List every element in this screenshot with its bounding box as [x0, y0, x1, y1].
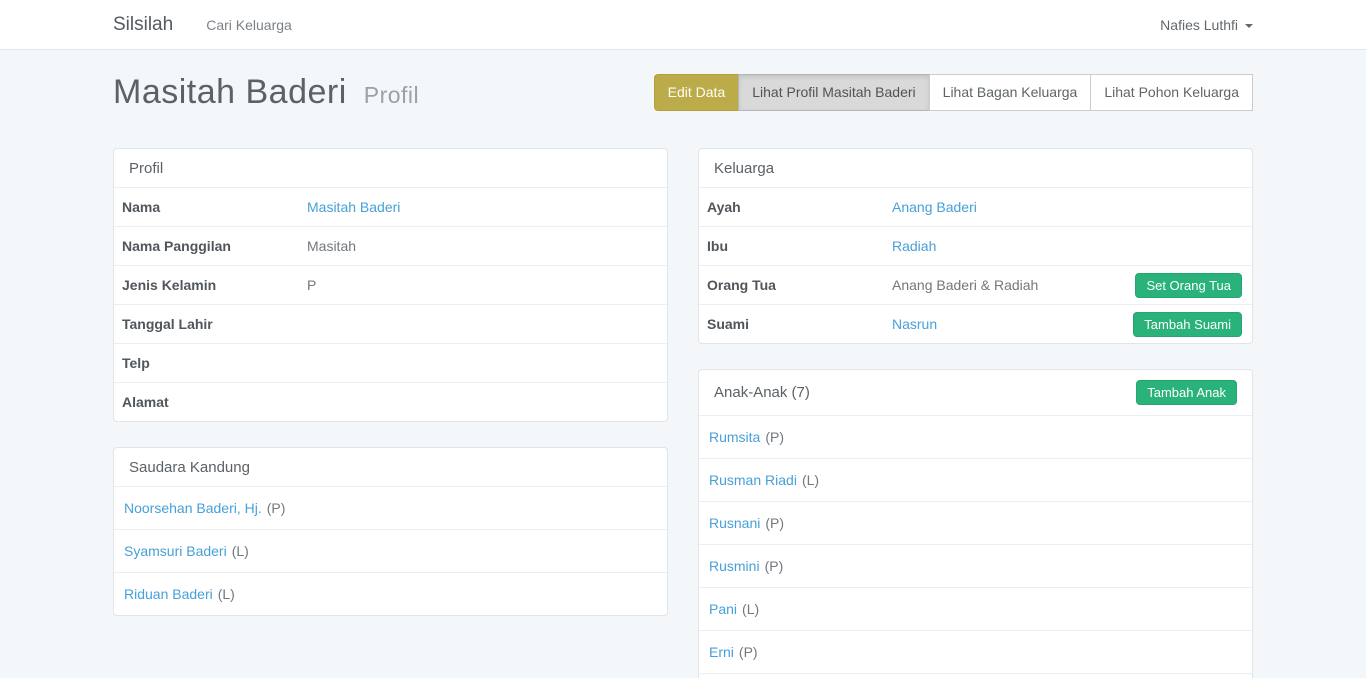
person-link[interactable]: Rusmini: [709, 558, 760, 574]
row-label: Suami: [699, 308, 884, 340]
row-action-button[interactable]: Tambah Suami: [1133, 312, 1242, 337]
gender-label: (P): [765, 429, 784, 445]
row-value[interactable]: Radiah: [892, 238, 936, 254]
anak-panel-title: Anak-Anak (7): [714, 384, 810, 401]
row-label: Orang Tua: [699, 269, 884, 301]
row-label: Nama Panggilan: [114, 230, 299, 262]
profile-row: Tanggal Lahir: [114, 304, 667, 343]
right-column: Keluarga Ayah Anang Baderi Ibu Radiah: [698, 148, 1253, 678]
sibling-row: Riduan Baderi (L): [114, 572, 667, 615]
row-value[interactable]: Anang Baderi: [892, 199, 977, 215]
navbar: Silsilah Cari Keluarga Nafies Luthfi: [0, 0, 1366, 50]
person-link[interactable]: Syamsuri Baderi: [124, 543, 227, 559]
person-name-heading: Masitah Baderi: [113, 73, 347, 111]
gender-label: (L): [802, 472, 819, 488]
child-row: Rusmini (P): [699, 544, 1252, 587]
row-action-button[interactable]: Set Orang Tua: [1135, 273, 1242, 298]
gender-label: (L): [218, 586, 235, 602]
profile-action-group: Edit Data Lihat Profil Masitah Baderi Li…: [654, 74, 1253, 111]
child-row: Rusman Riadi (L): [699, 458, 1252, 501]
row-value[interactable]: Masitah Baderi: [307, 199, 400, 215]
header-action-button[interactable]: Edit Data: [654, 74, 740, 111]
sibling-row: Syamsuri Baderi (L): [114, 529, 667, 572]
keluarga-panel: Keluarga Ayah Anang Baderi Ibu Radiah: [698, 148, 1253, 344]
nav-item-cari-keluarga[interactable]: Cari Keluarga: [206, 17, 292, 33]
gender-label: (P): [765, 515, 784, 531]
row-label: Nama: [114, 191, 299, 223]
row-value: Anang Baderi & Radiah: [892, 277, 1038, 293]
gender-label: (L): [742, 601, 759, 617]
saudara-kandung-panel: Saudara Kandung Noorsehan Baderi, Hj. (P…: [113, 447, 668, 616]
child-row: Pani (L): [699, 587, 1252, 630]
row-value[interactable]: Nasrun: [892, 316, 937, 332]
profil-panel-title: Profil: [114, 149, 667, 187]
anak-anak-panel: Anak-Anak (7) Tambah Anak Rumsita (P) Ru…: [698, 369, 1253, 678]
row-label: Ibu: [699, 230, 884, 262]
profil-panel: Profil Nama Masitah Baderi Nama Panggila…: [113, 148, 668, 422]
profile-row: Alamat: [114, 382, 667, 421]
header-action-button[interactable]: Lihat Bagan Keluarga: [929, 74, 1092, 111]
sibling-row: Noorsehan Baderi, Hj. (P): [114, 486, 667, 529]
family-row: Ayah Anang Baderi: [699, 187, 1252, 226]
gender-label: (L): [232, 543, 249, 559]
row-label: Tanggal Lahir: [114, 308, 299, 340]
user-name: Nafies Luthfi: [1160, 17, 1238, 33]
family-row: Orang Tua Anang Baderi & Radiah Set Oran…: [699, 265, 1252, 304]
brand-link[interactable]: Silsilah: [113, 14, 173, 36]
person-link[interactable]: Riduan Baderi: [124, 586, 213, 602]
header-action-button[interactable]: Lihat Pohon Keluarga: [1090, 74, 1253, 111]
gender-label: (P): [765, 558, 784, 574]
child-row: Erni (P): [699, 630, 1252, 673]
person-link[interactable]: Rumsita: [709, 429, 760, 445]
add-child-button[interactable]: Tambah Anak: [1136, 380, 1237, 405]
person-link[interactable]: Rusman Riadi: [709, 472, 797, 488]
child-row-partial: [699, 673, 1252, 678]
chevron-down-icon: [1245, 24, 1253, 28]
profile-row: Nama Masitah Baderi: [114, 187, 667, 226]
header-action-button[interactable]: Lihat Profil Masitah Baderi: [738, 74, 929, 111]
row-label: Ayah: [699, 191, 884, 223]
row-value: P: [307, 277, 316, 293]
user-menu[interactable]: Nafies Luthfi: [1160, 17, 1253, 33]
keluarga-panel-title: Keluarga: [699, 149, 1252, 187]
gender-label: (P): [739, 644, 758, 660]
person-link[interactable]: Noorsehan Baderi, Hj.: [124, 500, 262, 516]
row-label: Alamat: [114, 386, 299, 418]
page-title: Masitah Baderi Profil: [113, 73, 419, 112]
left-column: Profil Nama Masitah Baderi Nama Panggila…: [113, 148, 668, 641]
person-link[interactable]: Erni: [709, 644, 734, 660]
page-subtitle: Profil: [364, 82, 419, 108]
row-value: Masitah: [307, 238, 356, 254]
person-link[interactable]: Pani: [709, 601, 737, 617]
main-content: Masitah Baderi Profil Edit Data Lihat Pr…: [0, 73, 1366, 678]
child-row: Rumsita (P): [699, 415, 1252, 458]
row-label: Telp: [114, 347, 299, 379]
family-row: Suami Nasrun Tambah Suami: [699, 304, 1252, 343]
gender-label: (P): [267, 500, 286, 516]
row-label: Jenis Kelamin: [114, 269, 299, 301]
page-header: Masitah Baderi Profil Edit Data Lihat Pr…: [113, 73, 1253, 112]
profile-row: Nama Panggilan Masitah: [114, 226, 667, 265]
person-link[interactable]: Rusnani: [709, 515, 760, 531]
profile-row: Telp: [114, 343, 667, 382]
saudara-panel-title: Saudara Kandung: [114, 448, 667, 486]
child-row: Rusnani (P): [699, 501, 1252, 544]
family-row: Ibu Radiah: [699, 226, 1252, 265]
profile-row: Jenis Kelamin P: [114, 265, 667, 304]
